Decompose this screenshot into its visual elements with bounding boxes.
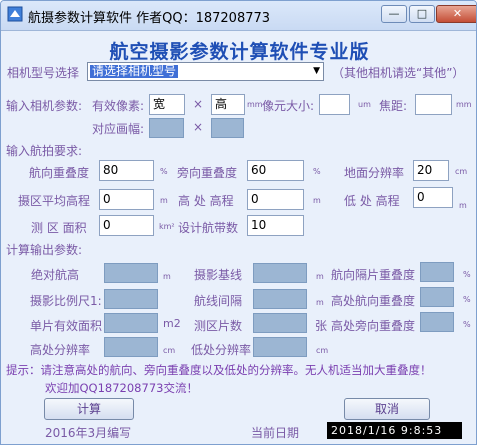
strip-overlap-output — [420, 262, 454, 282]
baseline-output — [253, 263, 307, 283]
avg-elevation-label: 摄区平均高程 — [18, 194, 91, 208]
window-title: 航摄参数计算软件 作者QQ：187208773 — [28, 11, 271, 26]
scale-output — [104, 289, 158, 309]
forward-overlap-label: 航向重叠度 — [29, 166, 90, 180]
low-res-output — [253, 337, 307, 357]
high-forward-output — [420, 287, 454, 307]
side-overlap-input[interactable]: 60 — [247, 160, 304, 181]
single-area-output — [104, 313, 158, 333]
strip-spacing-label: 航线间隔 — [194, 294, 243, 308]
strips-label: 设计航带数 — [178, 221, 239, 235]
side-overlap-label: 旁向重叠度 — [177, 166, 238, 180]
outputs-label: 计算输出参数: — [6, 243, 83, 257]
format-width-output — [149, 118, 184, 138]
high-forward-label: 高处航向重叠度 — [331, 294, 416, 308]
app-heading: 航空摄影参数计算软件专业版 — [109, 41, 370, 63]
format-height-output — [211, 118, 244, 138]
calculate-button[interactable]: 计算 — [44, 398, 134, 420]
compiled-date: 2016年3月编写 — [45, 426, 132, 440]
maximize-button[interactable]: □ — [409, 5, 435, 23]
high-side-label: 高处旁向重叠度 — [331, 319, 416, 333]
close-button[interactable]: ✕ — [436, 5, 476, 23]
high-elevation-label: 高 处 高程 — [178, 194, 234, 208]
photo-count-output — [253, 313, 307, 333]
camera-model-label: 相机型号选择 — [7, 66, 80, 80]
gsd-label: 地面分辨率 — [344, 166, 405, 180]
area-unit: km² — [159, 222, 175, 231]
area-label: 测 区 面积 — [31, 221, 87, 235]
area-input[interactable]: 0 — [99, 215, 154, 236]
mm-unit: mm — [247, 100, 263, 109]
pixel-size-label: 像元大小: — [262, 99, 315, 113]
avg-elevation-unit: m — [160, 196, 168, 205]
high-side-output — [420, 312, 454, 332]
current-date-value: 2018/1/16 9:8:53 — [327, 422, 462, 439]
high-side-unit: % — [463, 320, 471, 329]
strip-spacing-output — [253, 289, 307, 309]
baseline-label: 摄影基线 — [194, 268, 243, 282]
single-area-label: 单片有效面积 — [30, 319, 103, 333]
forward-overlap-input[interactable]: 80 — [99, 160, 154, 181]
baseline-unit: m — [316, 272, 324, 281]
high-res-unit: cm — [163, 346, 176, 355]
high-elevation-input[interactable]: 0 — [247, 189, 304, 210]
title-bar[interactable]: 航摄参数计算软件 作者QQ：187208773 — □ ✕ — [1, 1, 476, 31]
minimize-icon: — — [388, 7, 400, 20]
strip-overlap-label: 航向隔片重叠度 — [331, 268, 416, 282]
diagonal-label: 对应画幅: — [92, 122, 145, 136]
pixel-size-input[interactable] — [319, 94, 350, 115]
gsd-unit: cm — [455, 167, 468, 176]
minimize-button[interactable]: — — [381, 5, 407, 23]
um-unit: um — [358, 100, 371, 109]
strip-spacing-unit: m — [316, 298, 324, 307]
camera-model-hint: （其他相机请选“其他”） — [332, 66, 465, 80]
photo-count-label: 测区片数 — [194, 319, 243, 333]
flight-requirements-label: 输入航拍要求: — [6, 144, 83, 158]
gsd-input[interactable]: 20 — [413, 160, 449, 181]
high-elevation-unit: m — [313, 196, 321, 205]
low-res-unit: cm — [316, 346, 329, 355]
tip-line-2: 欢迎加QQ187208773交流！ — [45, 381, 198, 395]
forward-overlap-unit: % — [160, 167, 168, 176]
focal-unit: mm — [456, 100, 472, 109]
strip-overlap-unit: % — [463, 270, 471, 279]
abs-height-unit: m — [163, 272, 171, 281]
pixel-width-input[interactable]: 宽 — [149, 94, 185, 115]
photo-count-unit: 张 — [315, 319, 328, 333]
low-elevation-unit: m — [459, 201, 467, 210]
times-sign: × — [193, 97, 204, 111]
chevron-down-icon[interactable]: ▼ — [313, 66, 320, 76]
low-elevation-label: 低 处 高程 — [344, 194, 400, 208]
side-overlap-unit: % — [313, 167, 321, 176]
effective-pixels-label: 有效像素: — [92, 99, 145, 113]
camera-params-label: 输入相机参数: — [6, 99, 83, 113]
camera-model-selected: 请选择相机型号 — [90, 64, 179, 78]
maximize-icon: □ — [416, 7, 428, 20]
high-res-output — [104, 337, 158, 357]
avg-elevation-input[interactable]: 0 — [99, 189, 154, 210]
focal-length-input[interactable] — [415, 94, 452, 115]
scale-label: 摄影比例尺1: — [30, 294, 102, 308]
strips-input[interactable]: 10 — [247, 215, 304, 236]
camera-model-select[interactable]: 请选择相机型号 ▼ — [87, 62, 324, 81]
high-res-label: 高处分辨率 — [30, 343, 91, 357]
current-date-label: 当前日期 — [251, 426, 300, 440]
abs-height-label: 绝对航高 — [31, 268, 80, 282]
focal-label: 焦距: — [379, 99, 408, 113]
close-icon: ✕ — [452, 7, 463, 20]
app-window: 航摄参数计算软件 作者QQ：187208773 — □ ✕ 航空摄影参数计算软件… — [0, 0, 477, 445]
cancel-button[interactable]: 取消 — [344, 398, 430, 420]
app-icon — [7, 6, 23, 22]
times-sign-2: × — [193, 120, 204, 134]
tip-line-1: 提示：请注意高处的航向、旁向重叠度以及低处的分辨率。无人机适当加大重叠度！ — [6, 363, 432, 377]
low-elevation-input[interactable]: 0 — [413, 187, 453, 208]
low-res-label: 低处分辨率 — [191, 343, 252, 357]
pixel-height-input[interactable]: 高 — [211, 94, 245, 115]
single-area-unit: m2 — [163, 317, 181, 330]
high-forward-unit: % — [463, 295, 471, 304]
abs-height-output — [104, 263, 158, 283]
